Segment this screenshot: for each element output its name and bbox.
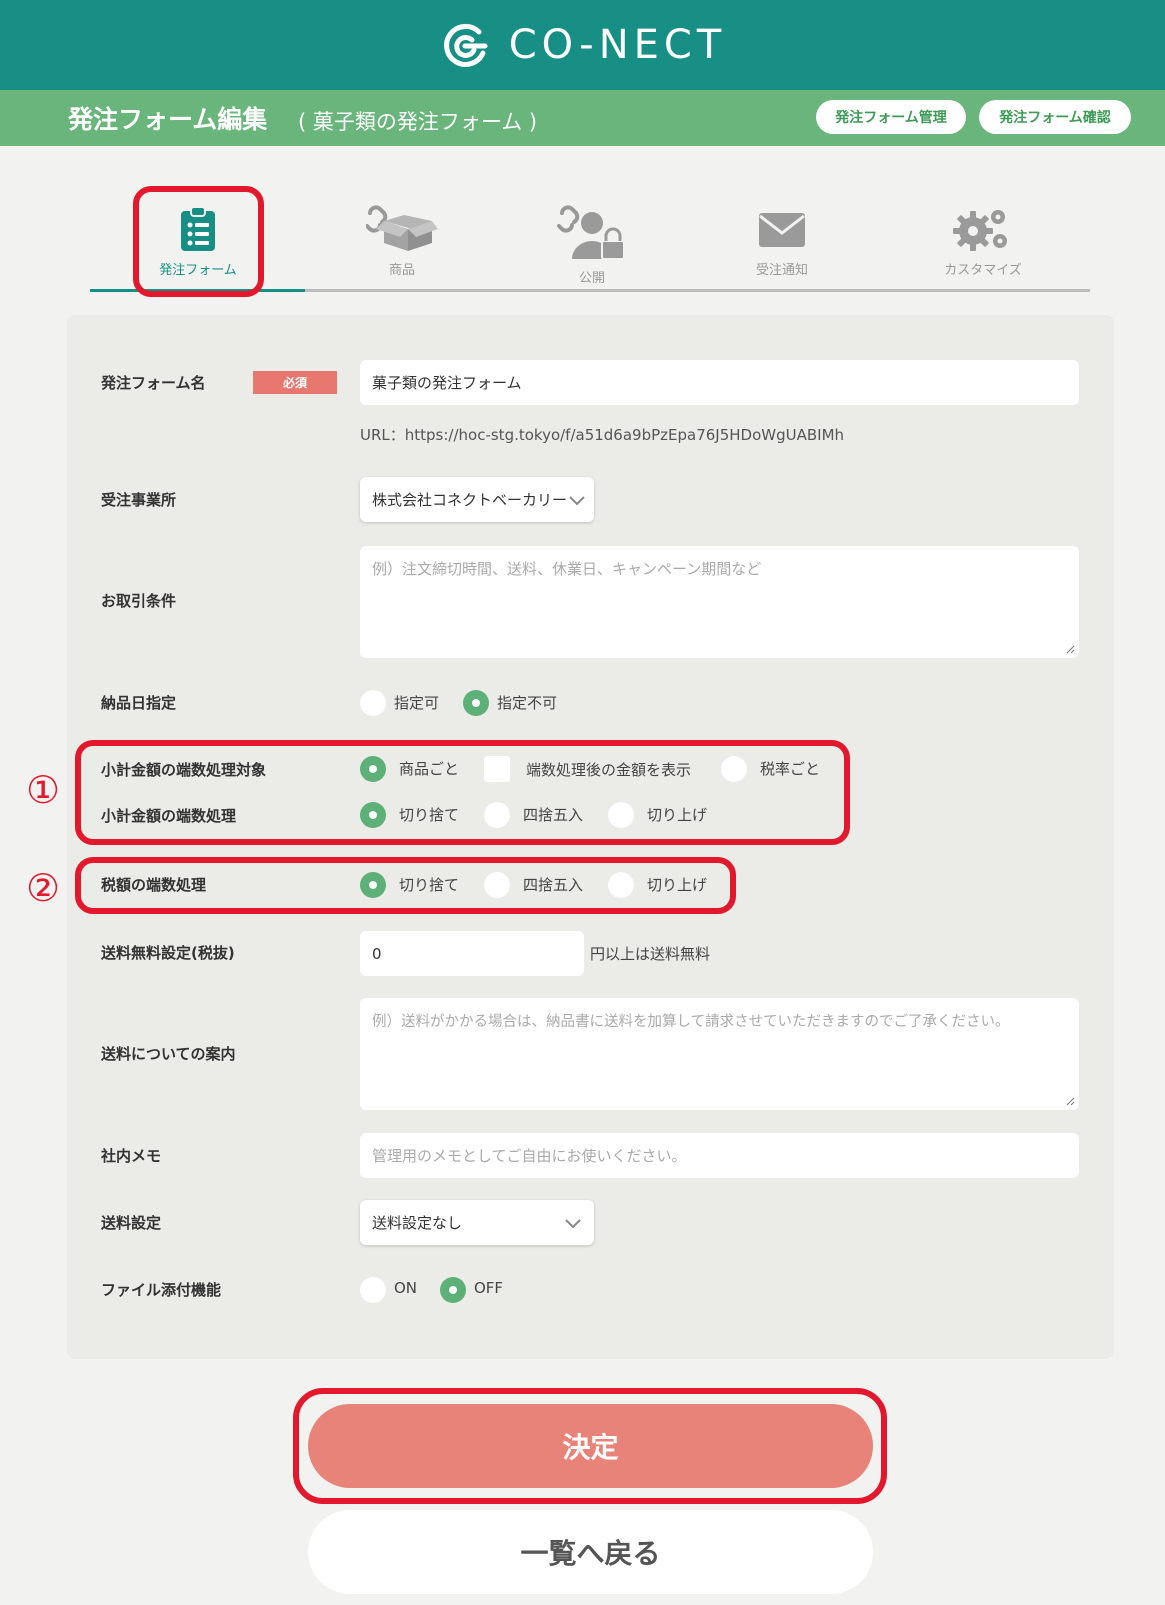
delivery-date-allowed-radio[interactable] [360, 690, 386, 716]
sub-header: 発注フォーム編集 ( 菓子類の発注フォーム ) 発注フォーム管理 発注フォーム確… [0, 90, 1165, 146]
marker-2: ② [26, 866, 61, 910]
memo-label: 社内メモ [101, 1147, 162, 1165]
delivery-date-allowed-label: 指定可 [394, 694, 440, 712]
gears-icon [953, 210, 1007, 251]
envelope-icon [759, 213, 805, 247]
tab-order-notice[interactable]: 受注通知 [707, 205, 857, 278]
file-attach-off-label: OFF [474, 1279, 504, 1297]
free-shipping-label: 送料無料設定(税抜) [101, 944, 235, 962]
page-title: 発注フォーム編集 [68, 105, 268, 134]
form-name-input[interactable]: 菓子類の発注フォーム [360, 360, 1079, 405]
resize-handle-icon[interactable] [1065, 644, 1075, 654]
highlight-box-tab [133, 186, 264, 297]
page-subtitle: ( 菓子類の発注フォーム ) [298, 110, 538, 134]
form-manage-button[interactable]: 発注フォーム管理 [816, 100, 966, 134]
marker-1: ① [26, 768, 61, 812]
tab-label: 公開 [578, 271, 605, 286]
form-confirm-button[interactable]: 発注フォーム確認 [979, 100, 1131, 134]
resize-handle-icon[interactable] [1065, 1096, 1075, 1106]
file-attach-off-radio[interactable] [440, 1277, 466, 1303]
delivery-date-not-allowed-radio[interactable] [463, 690, 489, 716]
shipping-note-placeholder: 例）送料がかかる場合は、納品書に送料を加算して請求させていただきますのでご了承く… [372, 1014, 1010, 1030]
conect-logo-icon [443, 23, 488, 67]
tab-label: カスタマイズ [944, 263, 1022, 278]
tab-customize[interactable]: カスタマイズ [908, 205, 1058, 278]
shipping-setting-select[interactable]: 送料設定なし [360, 1200, 594, 1245]
required-badge: 必須 [253, 371, 337, 394]
conditions-placeholder: 例）注文締切時間、送料、休業日、キャンペーン期間など [372, 560, 762, 578]
tab-label: 商品 [388, 263, 415, 278]
file-attach-on-radio[interactable] [360, 1277, 386, 1303]
shipping-note-textarea[interactable]: 例）送料がかかる場合は、納品書に送料を加算して請求させていただきますのでご了承く… [360, 998, 1079, 1110]
delivery-date-label: 納品日指定 [101, 694, 177, 712]
file-attach-label: ファイル添付機能 [101, 1281, 222, 1299]
highlight-box-submit [293, 1388, 887, 1504]
conditions-label: お取引条件 [101, 592, 177, 610]
shipping-setting-value: 送料設定なし [372, 1214, 463, 1232]
form-url: URL：https://hoc-stg.tokyo/f/a51d6a9bPzEp… [360, 426, 845, 444]
office-select-value: 株式会社コネクトベーカリー [372, 491, 568, 509]
tab-products[interactable]: 商品 [327, 205, 477, 278]
conditions-textarea[interactable]: 例）注文締切時間、送料、休業日、キャンペーン期間など [360, 546, 1079, 658]
link-box-icon [366, 205, 438, 251]
chevron-down-icon [565, 1218, 581, 1228]
link-user-lock-icon [557, 205, 625, 260]
back-to-list-button[interactable]: 一覧へ戻る [308, 1510, 873, 1594]
delivery-date-not-allowed-label: 指定不可 [497, 694, 558, 712]
chevron-down-icon [569, 495, 585, 505]
shipping-note-label: 送料についての案内 [101, 1045, 236, 1063]
file-attach-on-label: ON [394, 1279, 418, 1297]
shipping-setting-label: 送料設定 [101, 1214, 162, 1232]
office-label: 受注事業所 [101, 491, 177, 509]
brand-logo[interactable]: CO-NECT [439, 20, 727, 70]
highlight-box-subtotal [75, 740, 850, 845]
form-name-label: 発注フォーム名 [101, 374, 206, 392]
free-shipping-input[interactable]: 0 [360, 931, 584, 976]
free-shipping-suffix: 円以上は送料無料 [590, 945, 711, 963]
office-select[interactable]: 株式会社コネクトベーカリー [360, 477, 594, 522]
memo-input[interactable]: 管理用のメモとしてご自由にお使いください。 [360, 1133, 1079, 1178]
highlight-box-tax [75, 857, 736, 914]
brand-name: CO-NECT [508, 22, 727, 68]
top-header: CO-NECT [0, 0, 1165, 90]
tab-label: 受注通知 [755, 263, 808, 278]
tab-publish[interactable]: 公開 [517, 205, 667, 286]
